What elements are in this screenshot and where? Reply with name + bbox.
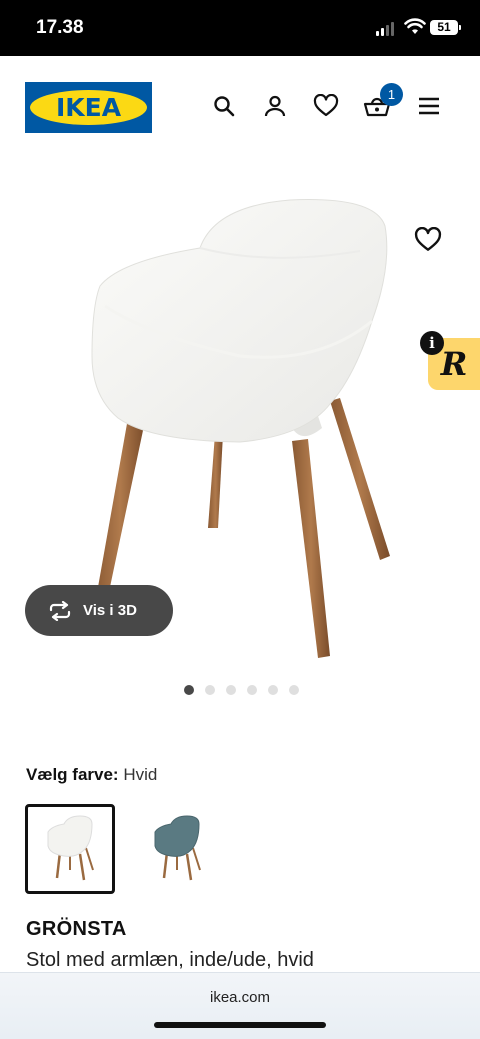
color-swatch-white[interactable] xyxy=(25,804,115,894)
cart-count-badge: 1 xyxy=(380,83,403,106)
site-header: IKEA 1 xyxy=(0,56,480,156)
carousel-dot[interactable] xyxy=(226,685,236,695)
carousel-dot[interactable] xyxy=(289,685,299,695)
rotate-3d-icon xyxy=(49,600,71,621)
ikea-logo[interactable]: IKEA xyxy=(25,82,152,133)
product-image-gallery[interactable]: Vis i 3D xyxy=(0,156,480,716)
status-bar: 17.38 51 xyxy=(0,0,480,56)
favorites-heart-icon[interactable] xyxy=(312,92,340,120)
wifi-icon xyxy=(404,18,426,34)
color-swatch-blue[interactable] xyxy=(132,804,222,894)
carousel-dot[interactable] xyxy=(205,685,215,695)
browser-address-bar[interactable]: ikea.com xyxy=(0,972,480,1039)
product-description: Stol med armlæn, inde/ude, hvid xyxy=(26,949,314,971)
selected-color-value: Hvid xyxy=(123,765,158,784)
carousel-dot[interactable] xyxy=(184,685,194,695)
carousel-dot[interactable] xyxy=(247,685,257,695)
profile-icon[interactable] xyxy=(261,92,289,120)
browser-url[interactable]: ikea.com xyxy=(0,989,480,1006)
white-chair-thumbnail xyxy=(47,815,94,881)
signal-icon xyxy=(376,22,394,36)
color-label: Vælg farve: xyxy=(26,765,119,784)
view-in-3d-label: Vis i 3D xyxy=(83,602,137,619)
blue-chair-thumbnail xyxy=(154,815,201,881)
status-time: 17.38 xyxy=(36,17,84,38)
view-in-3d-button[interactable]: Vis i 3D xyxy=(25,585,173,636)
carousel-dots[interactable] xyxy=(184,685,299,695)
add-to-favorites-heart-icon[interactable] xyxy=(414,226,442,258)
info-icon[interactable]: i xyxy=(420,331,444,355)
r-logo-icon: R xyxy=(440,345,468,383)
logo-text: IKEA xyxy=(55,93,122,122)
color-selector-label: Vælg farve: Hvid xyxy=(26,765,157,785)
search-icon[interactable] xyxy=(210,92,238,120)
menu-icon[interactable] xyxy=(415,92,443,120)
battery-icon: 51 xyxy=(430,20,461,35)
product-name: GRÖNSTA xyxy=(26,918,127,940)
carousel-dot[interactable] xyxy=(268,685,278,695)
home-indicator[interactable] xyxy=(154,1022,326,1028)
